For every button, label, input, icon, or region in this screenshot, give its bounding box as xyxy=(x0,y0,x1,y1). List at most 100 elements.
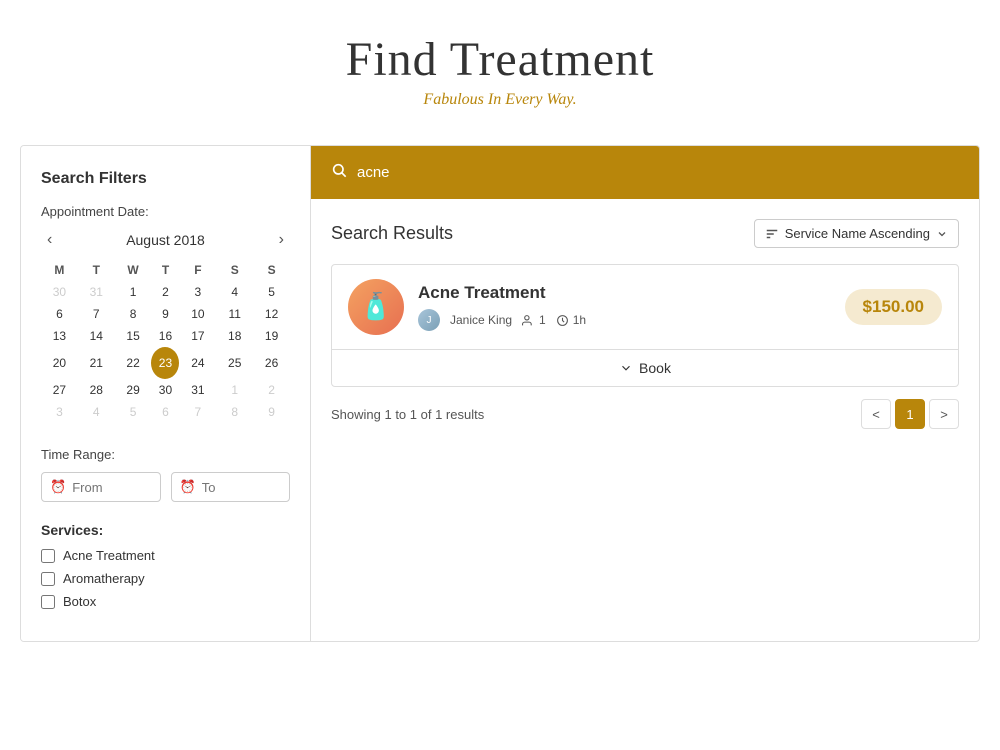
calendar-next-button[interactable]: › xyxy=(273,229,290,251)
from-input-wrap: ⏰ xyxy=(41,472,161,502)
service-checkbox-item: Aromatherapy xyxy=(41,571,290,586)
calendar-day[interactable]: 21 xyxy=(78,347,115,379)
calendar-day[interactable]: 24 xyxy=(179,347,216,379)
service-image: 🧴 xyxy=(348,279,404,335)
book-label: Book xyxy=(639,360,671,376)
calendar-day[interactable]: 31 xyxy=(78,281,115,303)
result-card: 🧴 Acne Treatment J Janice King 1 xyxy=(331,264,959,387)
service-price: $150.00 xyxy=(845,289,942,325)
appointment-date-label: Appointment Date: xyxy=(41,204,290,219)
sidebar: Search Filters Appointment Date: ‹ Augus… xyxy=(21,146,311,641)
calendar-day[interactable]: 5 xyxy=(253,281,290,303)
clock-icon-to: ⏰ xyxy=(180,479,196,495)
showing-text: Showing 1 to 1 of 1 results xyxy=(331,407,484,422)
capacity-icon xyxy=(522,314,535,327)
sort-dropdown[interactable]: Service Name Ascending xyxy=(754,219,959,248)
time-range-label: Time Range: xyxy=(41,447,290,462)
calendar-day[interactable]: 8 xyxy=(216,401,253,423)
content-area: Search Results Service Name Ascending 🧴 … xyxy=(311,146,979,641)
result-card-inner: 🧴 Acne Treatment J Janice King 1 xyxy=(332,265,958,349)
time-range-section: Time Range: ⏰ ⏰ xyxy=(41,447,290,502)
calendar-day[interactable]: 20 xyxy=(41,347,78,379)
service-checkbox-1[interactable] xyxy=(41,572,55,586)
calendar-day[interactable]: 5 xyxy=(115,401,152,423)
page-title: Find Treatment xyxy=(0,0,1000,91)
pagination-current[interactable]: 1 xyxy=(895,399,925,429)
search-input[interactable] xyxy=(357,164,959,181)
calendar-day[interactable]: 22 xyxy=(115,347,152,379)
calendar-day[interactable]: 12 xyxy=(253,303,290,325)
calendar-day[interactable]: 3 xyxy=(41,401,78,423)
calendar-day[interactable]: 2 xyxy=(253,379,290,401)
calendar-day[interactable]: 17 xyxy=(179,325,216,347)
calendar-day[interactable]: 28 xyxy=(78,379,115,401)
search-icon xyxy=(331,162,347,183)
calendar-day[interactable]: 9 xyxy=(151,303,179,325)
service-checkbox-label: Acne Treatment xyxy=(63,548,155,563)
calendar-day[interactable]: 8 xyxy=(115,303,152,325)
to-input[interactable] xyxy=(202,480,281,495)
provider-avatar: J xyxy=(418,309,440,331)
calendar-day[interactable]: 14 xyxy=(78,325,115,347)
from-input[interactable] xyxy=(72,480,151,495)
calendar-day[interactable]: 1 xyxy=(115,281,152,303)
pagination-next[interactable]: > xyxy=(929,399,959,429)
search-bar xyxy=(311,146,979,199)
calendar-day[interactable]: 26 xyxy=(253,347,290,379)
calendar-day[interactable]: 7 xyxy=(179,401,216,423)
chevron-down-book-icon xyxy=(619,361,633,375)
calendar-day[interactable]: 11 xyxy=(216,303,253,325)
service-checkbox-2[interactable] xyxy=(41,595,55,609)
calendar-prev-button[interactable]: ‹ xyxy=(41,229,58,251)
chevron-down-icon xyxy=(936,228,948,240)
services-label: Services: xyxy=(41,522,290,538)
main-layout: Search Filters Appointment Date: ‹ Augus… xyxy=(20,145,980,642)
calendar-day[interactable]: 2 xyxy=(151,281,179,303)
calendar-month-year: August 2018 xyxy=(126,232,205,248)
calendar-day[interactable]: 30 xyxy=(41,281,78,303)
duration-item: 1h xyxy=(556,313,586,327)
sidebar-title: Search Filters xyxy=(41,170,290,188)
page-subtitle: Fabulous In Every Way. xyxy=(0,91,1000,109)
calendar-day[interactable]: 19 xyxy=(253,325,290,347)
calendar-day[interactable]: 9 xyxy=(253,401,290,423)
calendar-day[interactable]: 6 xyxy=(41,303,78,325)
calendar-day[interactable]: 3 xyxy=(179,281,216,303)
service-name: Acne Treatment xyxy=(418,283,831,303)
capacity-item: 1 xyxy=(522,313,546,327)
service-info: Acne Treatment J Janice King 1 xyxy=(418,283,831,331)
service-checkbox-0[interactable] xyxy=(41,549,55,563)
calendar-day[interactable]: 4 xyxy=(216,281,253,303)
pagination-prev[interactable]: < xyxy=(861,399,891,429)
result-cards: 🧴 Acne Treatment J Janice King 1 xyxy=(331,264,959,387)
calendar-day[interactable]: 30 xyxy=(151,379,179,401)
calendar-day[interactable]: 18 xyxy=(216,325,253,347)
calendar-day[interactable]: 13 xyxy=(41,325,78,347)
calendar-day[interactable]: 27 xyxy=(41,379,78,401)
calendar-day[interactable]: 15 xyxy=(115,325,152,347)
calendar-grid: MTWTFSS 30311234567891011121314151617181… xyxy=(41,259,290,423)
calendar-day[interactable]: 4 xyxy=(78,401,115,423)
sort-label: Service Name Ascending xyxy=(785,226,930,241)
calendar-day[interactable]: 16 xyxy=(151,325,179,347)
pagination: < 1 > xyxy=(861,399,959,429)
results-area: Search Results Service Name Ascending 🧴 … xyxy=(311,199,979,449)
calendar-day[interactable]: 31 xyxy=(179,379,216,401)
service-meta: J Janice King 1 1h xyxy=(418,309,831,331)
calendar-day[interactable]: 23 xyxy=(151,347,179,379)
calendar-day[interactable]: 6 xyxy=(151,401,179,423)
service-checkbox-label: Botox xyxy=(63,594,96,609)
calendar-day[interactable]: 7 xyxy=(78,303,115,325)
calendar: ‹ August 2018 › MTWTFSS 3031123456789101… xyxy=(41,229,290,423)
service-checkbox-item: Acne Treatment xyxy=(41,548,290,563)
pagination-area: Showing 1 to 1 of 1 results < 1 > xyxy=(331,399,959,429)
results-title: Search Results xyxy=(331,223,453,244)
calendar-header: ‹ August 2018 › xyxy=(41,229,290,251)
provider-name: Janice King xyxy=(450,313,512,327)
calendar-day[interactable]: 10 xyxy=(179,303,216,325)
book-bar[interactable]: Book xyxy=(332,349,958,386)
calendar-day[interactable]: 29 xyxy=(115,379,152,401)
results-header: Search Results Service Name Ascending xyxy=(331,219,959,248)
calendar-day[interactable]: 25 xyxy=(216,347,253,379)
calendar-day[interactable]: 1 xyxy=(216,379,253,401)
